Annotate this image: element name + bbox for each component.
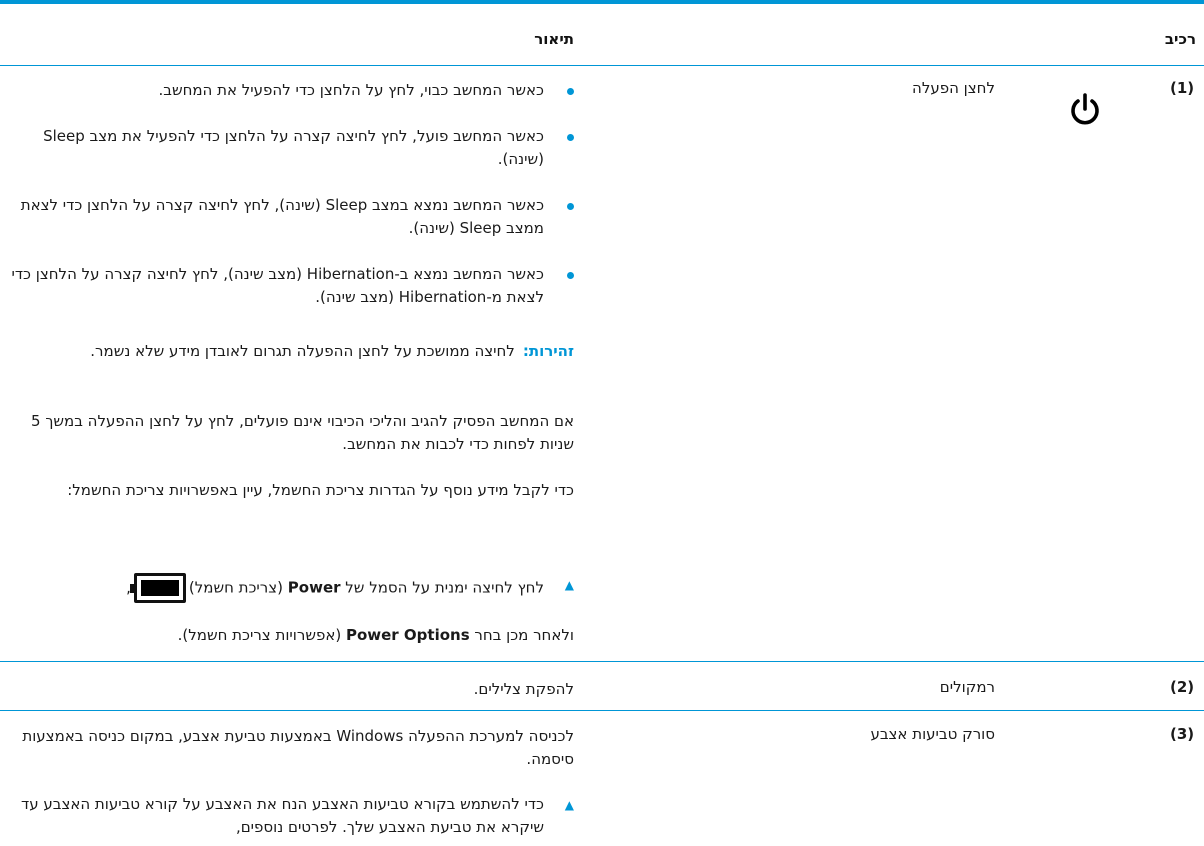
- battery-icon: [129, 573, 186, 603]
- row-number: (3): [1170, 725, 1195, 743]
- warning-text: לחיצה ממושכת על לחצן ההפעלה תגרום לאובדן…: [90, 342, 515, 360]
- component-name: לחצן הפעלה: [912, 79, 995, 97]
- top-accent-bar: [0, 0, 1204, 4]
- procedure-continuation: ולאחר מכן בחר Power Options (אפשרויות צר…: [177, 626, 574, 644]
- header-rule: [0, 65, 1204, 66]
- triangle-bullet-icon: ▲: [564, 578, 574, 592]
- row-rule: [0, 661, 1204, 662]
- bullet-icon: [567, 203, 574, 210]
- description-paragraph: אם המחשב הפסיק להגיב והליכי הכיבוי אינם …: [31, 412, 574, 453]
- warning-label: זהירות:: [522, 342, 574, 360]
- row-number: (2): [1170, 678, 1195, 696]
- triangle-bullet-icon: ▲: [564, 798, 574, 812]
- header-description: תיאור: [534, 30, 574, 48]
- header-component: רכיב: [1164, 30, 1196, 48]
- list-item: כאשר המחשב נמצא ב-Hibernation (מצב שינה)…: [9, 263, 574, 309]
- bullet-icon: [567, 88, 574, 95]
- component-name: סורק טביעות אצבע: [870, 725, 995, 743]
- row-number: (1): [1170, 79, 1195, 97]
- list-item: כאשר המחשב נמצא במצב Sleep (שינה), לחץ ל…: [9, 194, 574, 240]
- description-paragraph: כדי לקבל מידע נוסף על הגדרות צריכת החשמל…: [67, 481, 574, 499]
- description-paragraph: לכניסה למערכת ההפעלה Windows באמצעות טבי…: [22, 727, 574, 768]
- bullet-icon: [567, 272, 574, 279]
- warning-note: זהירות: לחיצה ממושכת על לחצן ההפעלה תגרום…: [9, 340, 574, 363]
- list-item: כאשר המחשב פועל, לחץ לחיצה קצרה על הלחצן…: [9, 125, 574, 171]
- power-icon: [1071, 93, 1099, 125]
- procedure-step: ▲ לחץ לחיצה ימנית על הסמל של Power (צריכ…: [9, 573, 574, 603]
- component-name: רמקולים: [939, 678, 995, 696]
- procedure-step: ▲ כדי להשתמש בקורא טביעות האצבע הנח את ה…: [21, 795, 574, 836]
- description-paragraph: להפקת צלילים.: [473, 680, 574, 698]
- list-item: כאשר המחשב כבוי, לחץ על הלחצן כדי להפעיל…: [9, 79, 574, 102]
- bullet-icon: [567, 134, 574, 141]
- row-rule: [0, 710, 1204, 711]
